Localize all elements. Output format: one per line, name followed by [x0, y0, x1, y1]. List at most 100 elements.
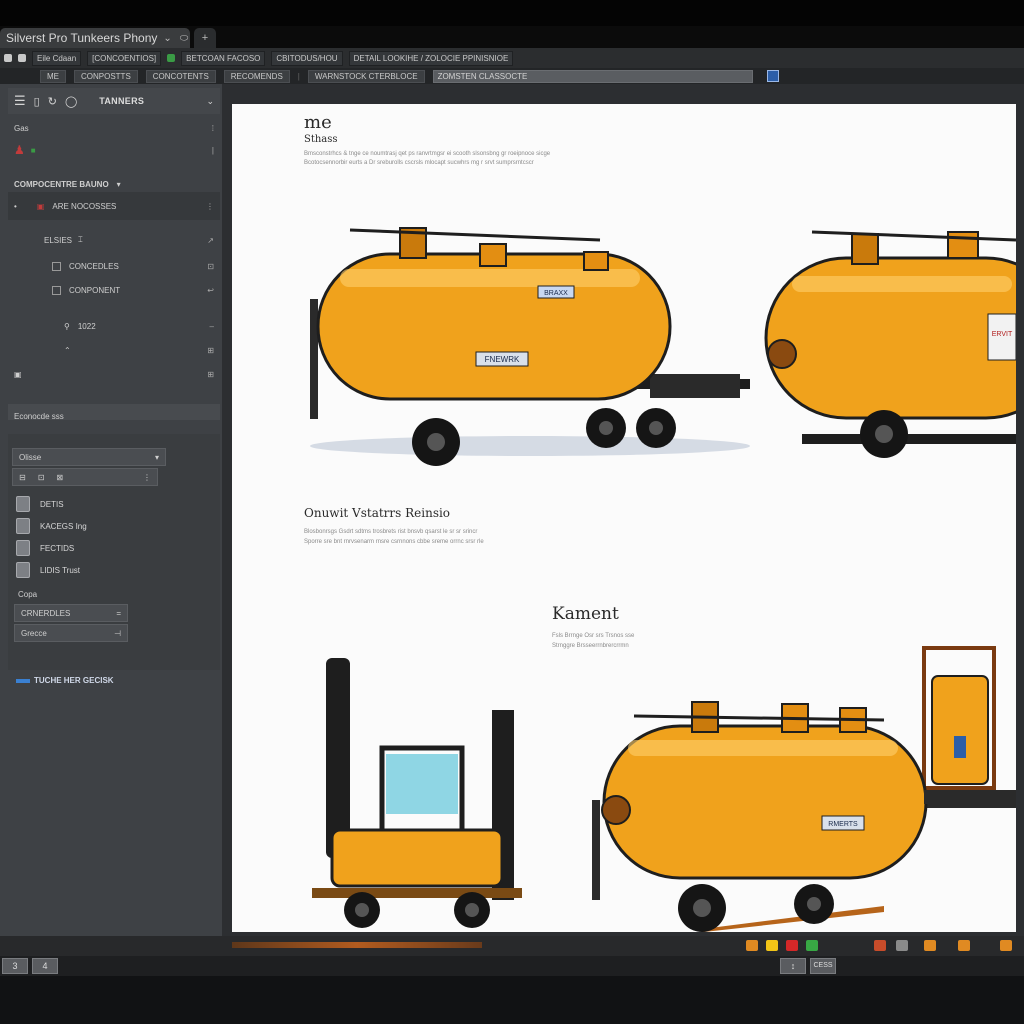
layer-row-component[interactable]: CONPONENT ↩ — [8, 280, 220, 300]
tool-label-4: LIDIS Trust — [40, 565, 81, 575]
toolbar-item-recommends[interactable]: RECOMENDS — [223, 69, 290, 83]
layer-row-elsies[interactable]: ELSIES ⌶ ↗ — [8, 230, 220, 250]
circle-icon[interactable]: ◯ — [65, 95, 77, 108]
layer-row-number[interactable]: ⚲ 1022 – — [8, 316, 220, 336]
tab-document[interactable]: Silverst Pro Tunkeers Phony ⌄ ⬭ — [0, 28, 190, 48]
status-icon-8[interactable] — [958, 940, 970, 951]
warning-sign-text: ERVIT — [992, 331, 1013, 338]
bracket-icon[interactable]: ⊣ — [114, 629, 121, 638]
collapse-chevron-icon[interactable]: ⌄ — [206, 96, 214, 107]
transform-icon[interactable]: ↗ — [207, 236, 214, 245]
bottom-button-2[interactable]: 4 — [32, 958, 58, 974]
toolbar-item-composites[interactable]: CONPOSTTS — [74, 69, 138, 83]
footer-link[interactable]: TUCHE HER GECISK — [16, 676, 114, 685]
layer-row-empty[interactable]: ⌃ ⊞ — [8, 340, 220, 360]
tank-label-text-2: BRAXX — [544, 290, 568, 297]
more-icon[interactable]: ⋮ — [143, 473, 151, 482]
chevron-down-icon[interactable]: ⌄ — [163, 33, 171, 44]
settings-icon[interactable] — [18, 54, 26, 62]
row-handle-icon[interactable]: ⁞ — [212, 124, 214, 133]
image-icon[interactable]: ▣ — [14, 370, 22, 379]
toolbar-item-warnstock[interactable]: WARNSTOCK CTERBLOCE — [307, 69, 425, 83]
tool-item-4[interactable]: LIDIS Trust — [16, 562, 80, 578]
layer-label-1: ARE NOCOSSES — [52, 201, 117, 211]
menu-item-file[interactable]: Eile Cdaan — [32, 50, 82, 66]
status-icon-5[interactable] — [874, 940, 886, 951]
menu-item-components[interactable]: [CONCOENTIOS] — [87, 50, 162, 66]
checkbox[interactable] — [52, 261, 61, 271]
doc-paragraph-2b: Sporre sre bnt rnrvsenarm rnsre csrnnons… — [304, 539, 484, 545]
chevron-up-icon[interactable]: ⌃ — [64, 346, 71, 355]
prop-row-1[interactable]: CRNERDLES = — [14, 604, 128, 622]
ladder-3 — [592, 800, 600, 900]
tool-item-2[interactable]: KACEGS Ing — [16, 518, 87, 534]
doc-heading-1: me — [304, 112, 332, 133]
layer-label-3: CONCEDLES — [69, 261, 119, 271]
tank-label-text-3: RMERTS — [828, 821, 858, 828]
doc-paragraph-1b: Bcotocsennorbir eurts a Dr sreburolls cs… — [304, 160, 534, 166]
layer-options-icon[interactable]: ⋮ — [206, 202, 214, 211]
layer-row-empty-2[interactable]: ▣ ⊞ — [8, 364, 220, 384]
layer-label-2: ELSIES — [44, 235, 73, 245]
link-icon[interactable]: ⊡ — [207, 262, 214, 271]
toolbar-item-contents[interactable]: CONCOTENTS — [145, 69, 216, 83]
save-icon[interactable] — [766, 70, 779, 82]
status-green-icon-2[interactable] — [806, 940, 818, 951]
status-green-icon — [167, 54, 176, 62]
status-red-icon[interactable] — [786, 940, 798, 951]
visibility-dot-icon[interactable]: • — [14, 202, 17, 211]
layer-lock-icon[interactable]: ⚲ — [64, 322, 70, 331]
top-black-strip — [0, 0, 1024, 28]
grid-icon[interactable]: ⊞ — [207, 370, 214, 379]
hub-4 — [875, 425, 893, 443]
panel-title: TANNERS — [99, 96, 145, 106]
group-row[interactable]: COMPOCENTRE BAUNO ▾ — [8, 174, 220, 194]
close-icon[interactable]: ⬭ — [180, 33, 189, 44]
refresh-icon[interactable]: ↻ — [48, 95, 57, 108]
bottom-button-3[interactable]: ↕ — [780, 958, 806, 974]
props-controls[interactable]: ⊟ ⊡ ⊠ ⋮ — [12, 468, 158, 486]
status-icon-9[interactable] — [1000, 940, 1012, 951]
ladder — [310, 299, 318, 419]
menu-item-betcoan[interactable]: BETCOAN FACOSO — [181, 50, 266, 66]
app-icon[interactable] — [4, 54, 12, 62]
prop-row-2[interactable]: Grecce ⊣ — [14, 624, 128, 642]
layer-row-concedles[interactable]: CONCEDLES ⊡ — [8, 256, 220, 276]
hub-2 — [599, 421, 613, 435]
expand-icon[interactable]: ▾ — [117, 180, 121, 189]
arrow-icon[interactable]: ↩ — [207, 286, 214, 295]
checkbox-2[interactable] — [52, 285, 61, 295]
align-icon[interactable]: ⊟ — [19, 473, 26, 482]
page-icon[interactable]: ▯ — [34, 95, 40, 108]
options-icon[interactable]: ⊞ — [207, 346, 214, 355]
status-orange-icon[interactable] — [746, 940, 758, 951]
search-input[interactable]: ZOMSTEN CLASSOCTE — [432, 69, 753, 83]
tool-item-3[interactable]: FECTIDS — [16, 540, 74, 556]
tool-item-1[interactable]: DETIS — [16, 496, 64, 512]
menu-item-cbitodus[interactable]: CBITODUS/HOU — [271, 50, 343, 66]
layer-row-icons[interactable]: ♟ ■ | — [8, 140, 220, 160]
forklift-exhaust — [326, 658, 350, 858]
section-row-gas[interactable]: Gas ⁞ — [8, 118, 220, 138]
row-handle-icon-2[interactable]: | — [212, 146, 214, 155]
status-icon-6[interactable] — [896, 940, 908, 951]
dropdown-arrow-icon[interactable]: ▾ — [155, 453, 159, 462]
box-icon[interactable]: ⊠ — [56, 473, 63, 482]
bottom-button-1[interactable]: 3 — [2, 958, 28, 974]
document-page[interactable]: me Sthass Bmsconstrhcs & tnge ce noumtra… — [232, 104, 1016, 932]
status-icon-7[interactable] — [924, 940, 936, 951]
frame-icon[interactable]: ⊡ — [38, 473, 45, 482]
props-header: Olisse — [19, 452, 42, 462]
new-tab-button[interactable]: + — [194, 28, 216, 48]
props-dropdown[interactable]: Olisse ▾ — [12, 448, 166, 466]
menu-item-detail[interactable]: DETAIL LOOKIHE / ZOLOCIE PPINISNIOE — [348, 50, 514, 66]
menu-icon[interactable]: ☰ — [14, 93, 26, 109]
layer-row-selected[interactable]: • ▣ ARE NOCOSSES ⋮ — [8, 192, 220, 220]
toolbar-item-me[interactable]: ME — [40, 69, 66, 83]
tank-valve-2 — [851, 233, 879, 265]
tank-hatch-3 — [947, 231, 979, 259]
bottom-button-4[interactable]: CESS — [810, 958, 836, 974]
minus-icon[interactable]: – — [210, 322, 214, 331]
status-yellow-icon[interactable] — [766, 940, 778, 951]
equals-icon[interactable]: = — [116, 609, 121, 618]
